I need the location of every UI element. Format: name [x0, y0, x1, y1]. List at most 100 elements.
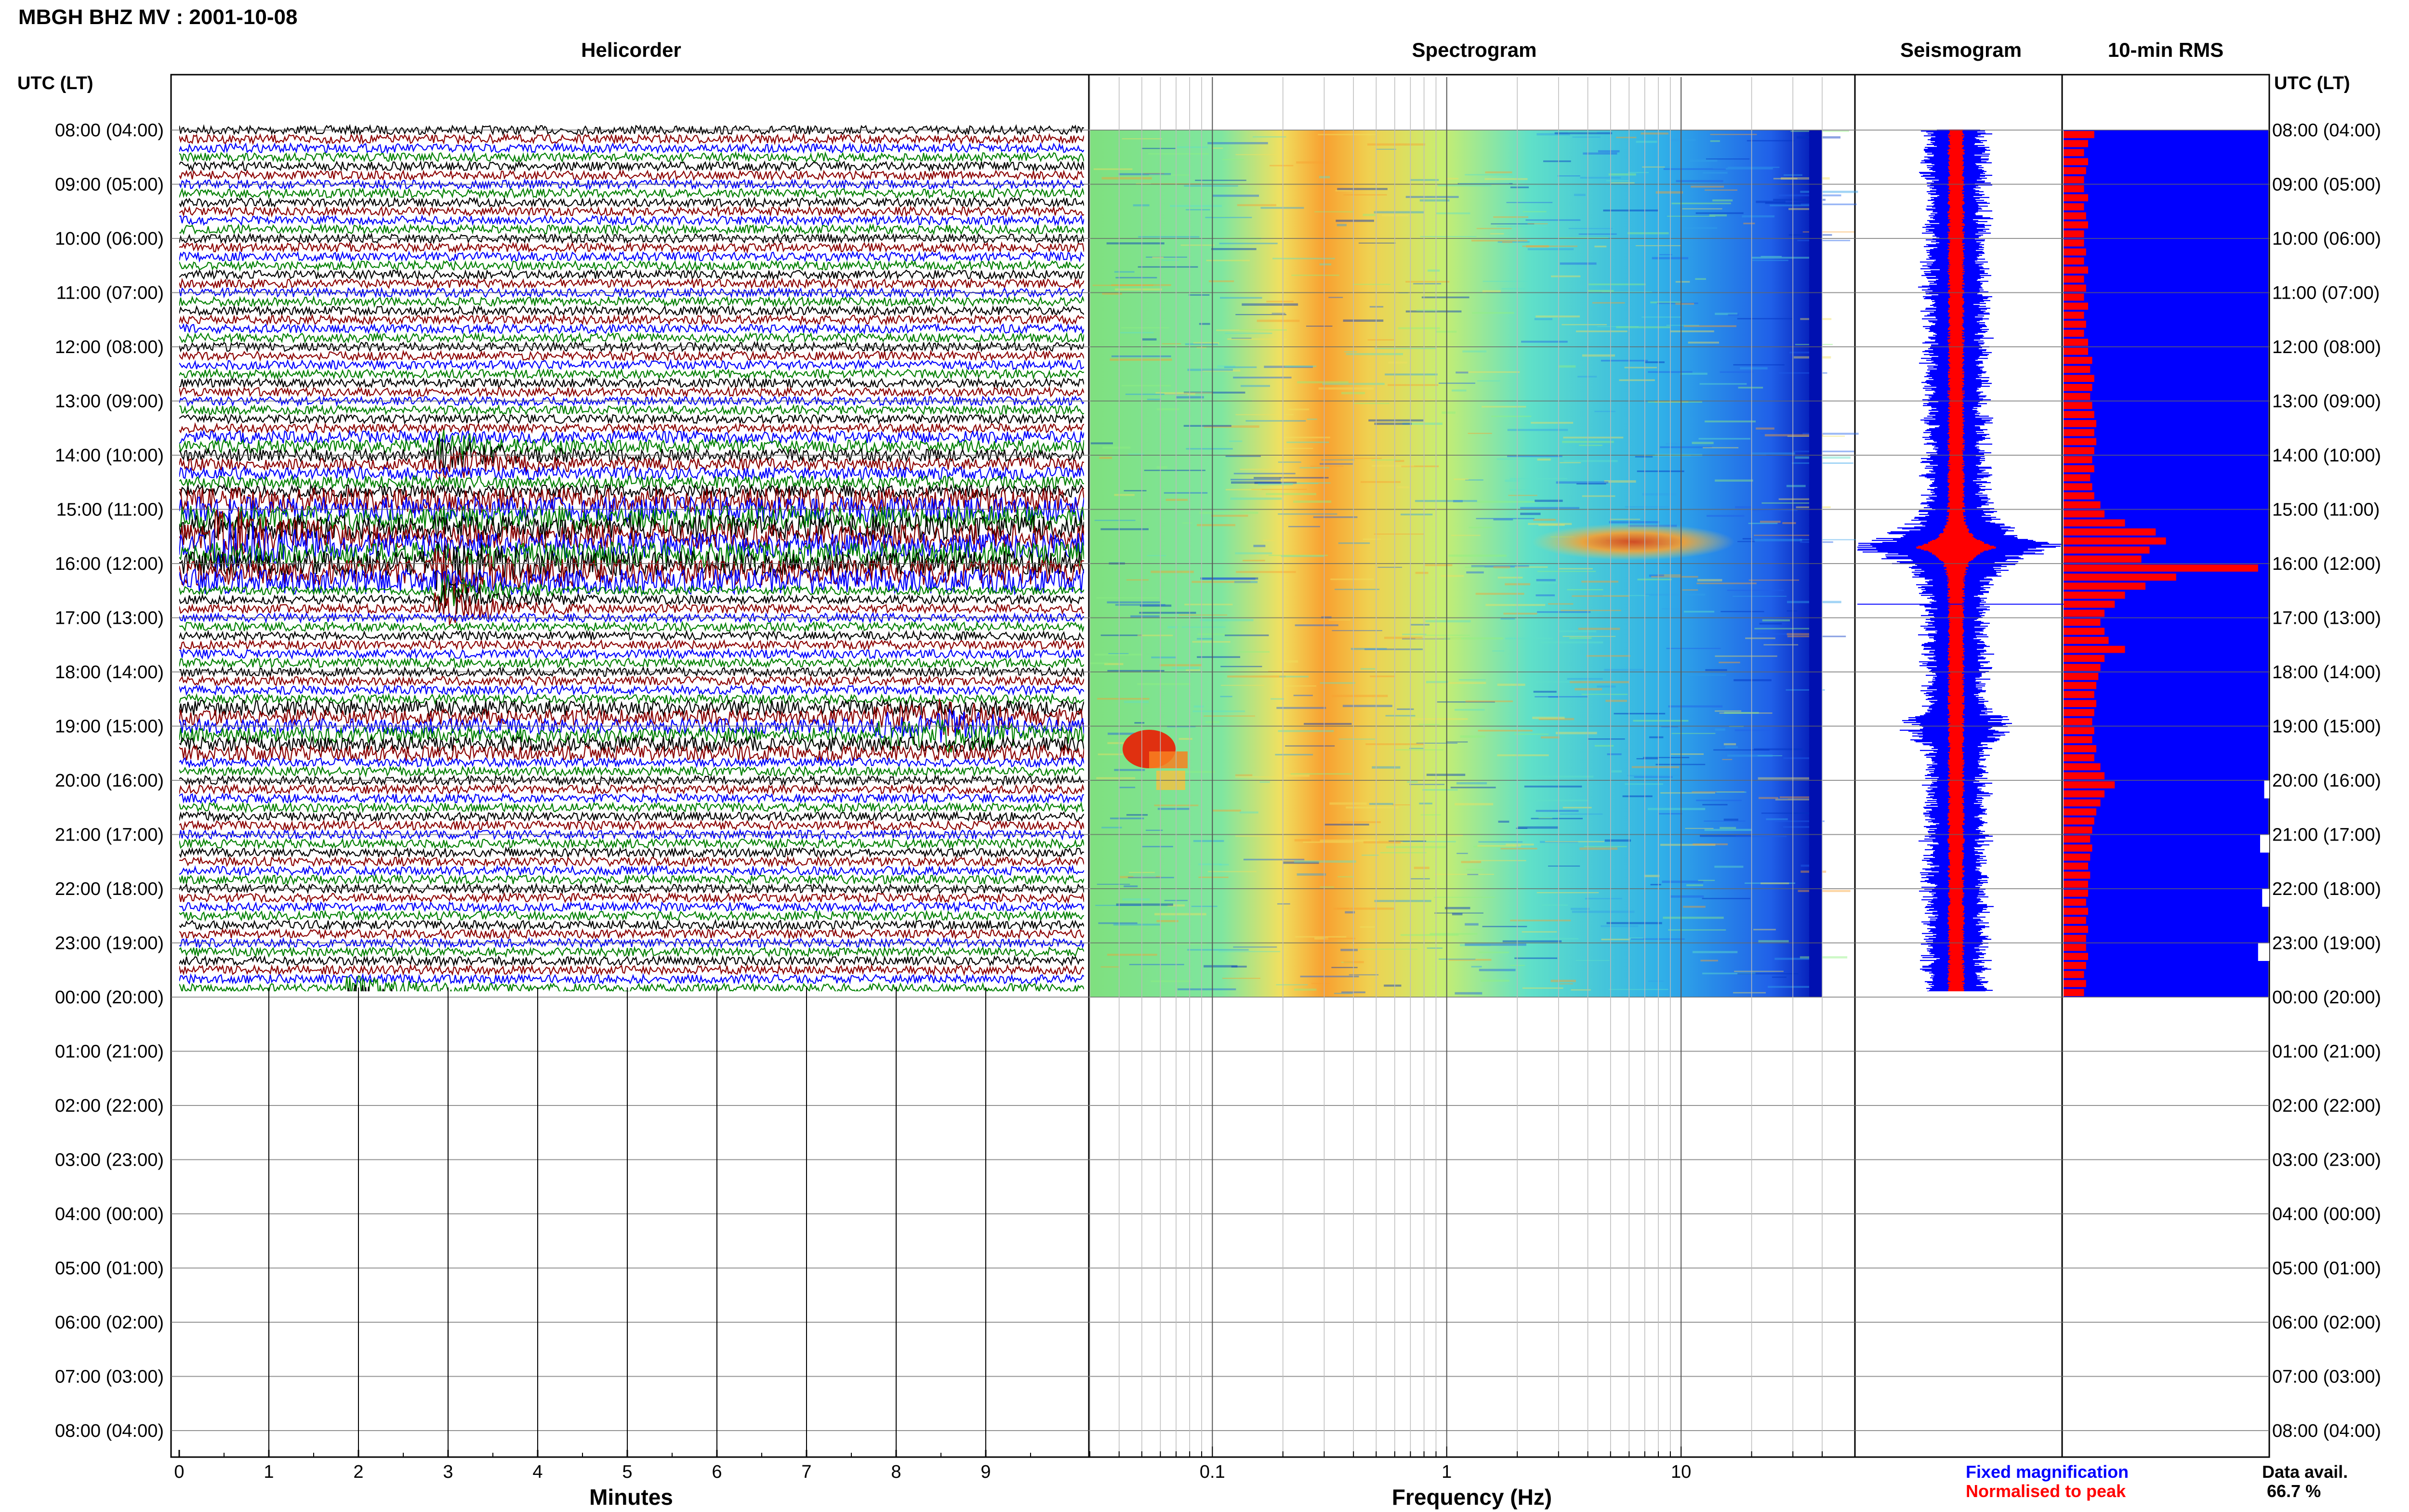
spectrogram-streak [1254, 477, 1281, 479]
spectrogram-streak [1276, 436, 1330, 438]
spectrogram-streak [1655, 191, 1683, 194]
rms-normalised-bar [2064, 799, 2101, 807]
spectrogram-streak [1540, 641, 1603, 644]
spectrogram-streak [1737, 973, 1799, 974]
time-tick-label: 12:00 (08:00) [2272, 337, 2381, 357]
spectrogram-streak [1650, 884, 1661, 886]
spectrogram-streak [1363, 841, 1401, 843]
spectrogram-streak [1227, 675, 1286, 678]
spectrogram-streak [1337, 188, 1388, 190]
spectrogram-streak [1645, 361, 1665, 363]
spectrogram-streak [1358, 242, 1396, 244]
legend-fixed-magnification: Fixed magnification [1966, 1462, 2129, 1482]
spectrogram-streak [1115, 288, 1162, 291]
time-tick-label: 11:00 (07:00) [56, 283, 164, 303]
spectrogram-streak [1548, 865, 1580, 867]
spectrogram-streak [1704, 828, 1752, 831]
spectrogram-streak [1338, 738, 1376, 740]
spectrogram-streak [1200, 618, 1254, 621]
spectrogram-streak [1743, 223, 1755, 224]
rms-normalised-bar [2064, 447, 2094, 454]
spectrogram-streak [1716, 791, 1747, 793]
spectrogram-streak [1497, 754, 1549, 756]
spectrogram-streak [1124, 701, 1149, 703]
spectrogram-streak [1360, 926, 1375, 928]
spectrogram-streak [1442, 411, 1456, 414]
spectrogram-streak [1727, 167, 1780, 168]
rms-normalised-bar [2064, 781, 2115, 789]
spectrogram-streak [1314, 211, 1354, 212]
spectrogram-streak [1122, 898, 1150, 901]
spectrogram-streak [1094, 520, 1136, 521]
spectrogram-streak [1800, 539, 1856, 540]
spectrogram-streak [1588, 289, 1614, 292]
spectrogram-streak [1608, 173, 1636, 176]
spectrogram-streak [1568, 228, 1613, 229]
rms-normalised-bar [2064, 655, 2105, 662]
spectrogram-streak [1748, 523, 1778, 524]
spectrogram-streak [1631, 766, 1680, 768]
spectrogram-streak [1594, 245, 1607, 248]
spectrogram-streak [1719, 661, 1740, 663]
spectrogram-streak [1753, 929, 1776, 931]
spectrogram-streak [1536, 892, 1599, 894]
rms-normalised-bar [2064, 393, 2091, 400]
spectrogram-streak [1645, 593, 1706, 596]
spectrogram-streak [1554, 132, 1613, 134]
rms-normalised-bar [2064, 221, 2088, 229]
spectrogram-streak [1278, 461, 1301, 463]
spectrogram-streak [1505, 637, 1553, 640]
spectrogram-streak [1436, 212, 1470, 214]
spectrogram-streak [1715, 655, 1777, 657]
rms-normalised-bar [2064, 284, 2086, 292]
spectrogram-streak [1451, 535, 1481, 536]
rms-normalised-bar [2064, 926, 2088, 933]
spectrogram-streak [1260, 207, 1304, 209]
rms-normalised-bar [2064, 474, 2091, 482]
spectrogram-streak [1579, 445, 1602, 446]
spectrogram-streak [1493, 518, 1513, 521]
spectrogram-streak [1329, 458, 1382, 459]
spectrogram-streak [1772, 976, 1787, 978]
spectrogram-streak [1187, 949, 1249, 951]
spectrogram-streak [1604, 669, 1644, 671]
spectrogram-streak [1413, 283, 1442, 285]
spectrogram-streak [1218, 951, 1281, 952]
spectrogram-streak [1374, 211, 1424, 213]
spectrogram-streak [1467, 874, 1479, 875]
spectrogram-streak [1294, 988, 1317, 991]
spectrogram-streak [1426, 774, 1466, 776]
time-tick-label: 21:00 (17:00) [55, 825, 164, 845]
spectrogram-streak [1159, 664, 1202, 667]
spectrogram-streak [1425, 620, 1471, 623]
spectrogram-streak [1337, 876, 1354, 878]
spectrogram-streak [1101, 177, 1152, 180]
spectrogram-streak [1098, 922, 1138, 924]
minute-tick-label: 4 [532, 1462, 543, 1482]
time-tick-label: 20:00 (16:00) [2272, 771, 2381, 791]
rms-normalised-bar [2064, 411, 2094, 418]
spectrogram-streak [1641, 316, 1681, 318]
spectrogram-streak [1800, 956, 1848, 959]
spectrogram-streak [1514, 957, 1558, 959]
spectrogram-streak [1603, 210, 1659, 211]
spectrogram-streak [1541, 904, 1568, 906]
spectrogram-streak [1421, 296, 1469, 299]
spectrogram-streak [1705, 421, 1756, 422]
spectrogram-streak [1647, 808, 1706, 810]
spectrogram-streak [1144, 470, 1205, 471]
spectrogram-streak [1482, 280, 1528, 282]
spectrogram-streak [1560, 262, 1597, 265]
spectrogram-streak [1585, 898, 1622, 900]
spectrogram-streak [1538, 524, 1565, 526]
rms-normalised-bar [2064, 673, 2099, 680]
spectrogram-streak [1107, 601, 1160, 604]
spectrogram-streak [1425, 564, 1453, 566]
time-tick-label: 17:00 (13:00) [2272, 608, 2381, 629]
spectrogram-streak [1388, 361, 1407, 364]
spectrogram-streak [1419, 802, 1432, 804]
spectrogram-streak [1286, 441, 1329, 443]
spectrogram-streak [1460, 735, 1485, 738]
spectrogram-streak [1461, 861, 1482, 863]
spectrogram-streak [1635, 456, 1653, 458]
